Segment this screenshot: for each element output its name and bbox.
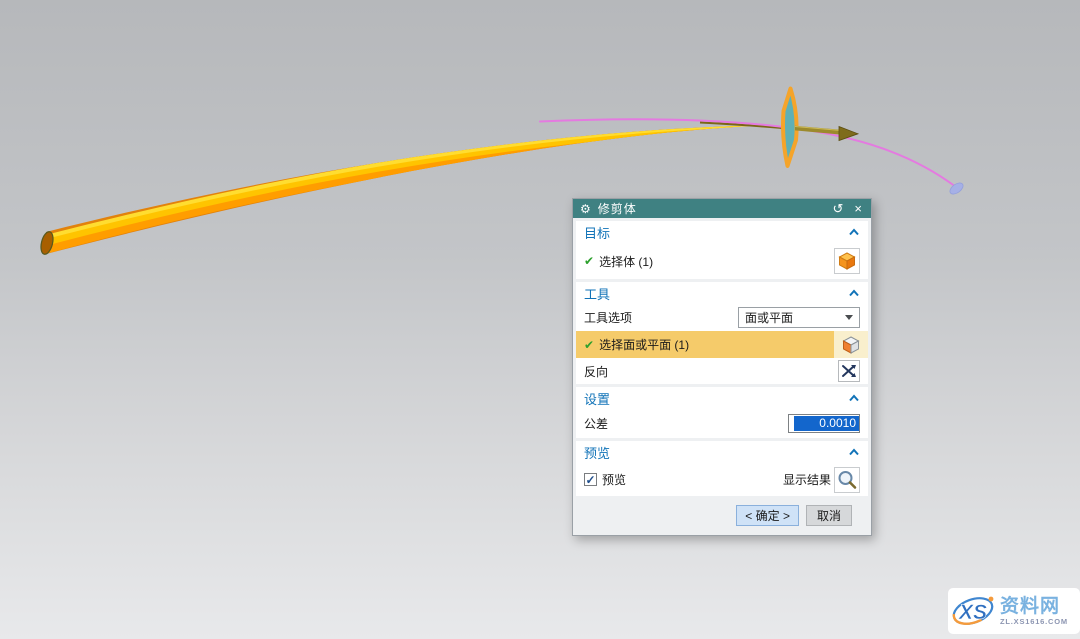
section-preview-title: 预览 <box>584 443 610 462</box>
select-body-row[interactable]: ✔ 选择体 (1) <box>576 243 868 279</box>
section-settings-title: 设置 <box>584 389 610 408</box>
close-icon[interactable]: × <box>852 202 864 215</box>
section-tool-header: 工具 <box>576 282 868 304</box>
reverse-direction-icon <box>841 364 857 378</box>
dialog-body: 目标 ✔ 选择体 (1) <box>573 218 871 496</box>
select-body-button[interactable] <box>834 248 860 274</box>
preview-checkbox-label: 预览 <box>602 471 626 488</box>
chevron-up-icon[interactable] <box>848 448 860 456</box>
check-icon: ✔ <box>584 338 594 352</box>
tolerance-input[interactable]: 0.0010 <box>788 414 860 433</box>
watermark-site-url: ZL.XS1616.COM <box>1000 618 1068 626</box>
xs-logo-icon: XS <box>950 590 998 632</box>
section-settings-header: 设置 <box>576 387 868 409</box>
chevron-down-icon <box>845 315 853 320</box>
select-face-highlight[interactable]: ✔ 选择面或平面 (1) <box>576 331 834 358</box>
reverse-direction-row: 反向 <box>576 358 868 384</box>
reverse-direction-button[interactable] <box>838 360 860 382</box>
tool-option-dropdown[interactable]: 面或平面 <box>738 307 860 328</box>
watermark-badge: XS 资料网 ZL.XS1616.COM <box>948 588 1080 634</box>
select-body-label: 选择体 (1) <box>599 253 653 270</box>
chevron-up-icon[interactable] <box>848 228 860 236</box>
dialog-footer: < 确定 > 取消 <box>573 496 871 535</box>
guide-curve[interactable] <box>540 119 956 187</box>
ok-button[interactable]: < 确定 > <box>736 505 799 526</box>
solid-body-cube-icon <box>837 251 857 271</box>
section-target-header: 目标 <box>576 221 868 243</box>
xs-logo-text: XS <box>958 601 987 624</box>
section-settings: 设置 公差 0.0010 <box>576 387 868 438</box>
reset-icon[interactable]: ↺ <box>831 202 846 215</box>
tolerance-row: 公差 0.0010 <box>576 409 868 438</box>
section-preview-header: 预览 <box>576 441 868 463</box>
section-tool: 工具 工具选项 面或平面 ✔ 选择面或平面 (1) <box>576 282 868 384</box>
trim-body-dialog: ⚙ 修剪体 ↺ × 目标 ✔ 选择体 (1) <box>572 198 872 536</box>
chevron-up-icon[interactable] <box>848 289 860 297</box>
gear-icon[interactable]: ⚙ <box>580 203 591 215</box>
check-icon: ✔ <box>584 254 594 268</box>
show-result-button[interactable] <box>834 467 860 493</box>
section-tool-title: 工具 <box>584 284 610 303</box>
section-target-title: 目标 <box>584 223 610 242</box>
section-preview: 预览 ✓ 预览 显示结果 <box>576 441 868 496</box>
tool-option-value: 面或平面 <box>745 309 793 326</box>
viewport: ⚙ 修剪体 ↺ × 目标 ✔ 选择体 (1) <box>0 0 1080 639</box>
tolerance-value: 0.0010 <box>794 416 859 431</box>
reverse-direction-label: 反向 <box>584 363 608 380</box>
cancel-button[interactable]: 取消 <box>806 505 852 526</box>
tolerance-label: 公差 <box>584 415 608 432</box>
tool-option-row: 工具选项 面或平面 <box>576 304 868 331</box>
3d-scene <box>0 0 1080 639</box>
watermark-site-name: 资料网 <box>1000 597 1060 616</box>
show-result-label: 显示结果 <box>783 471 831 488</box>
face-cube-icon <box>841 335 861 355</box>
tool-option-label: 工具选项 <box>584 309 632 326</box>
preview-checkbox[interactable]: ✓ <box>584 473 597 486</box>
select-face-label: 选择面或平面 (1) <box>599 336 689 353</box>
chevron-up-icon[interactable] <box>848 394 860 402</box>
dialog-titlebar[interactable]: ⚙ 修剪体 ↺ × <box>573 199 871 218</box>
preview-row: ✓ 预览 显示结果 <box>576 463 868 496</box>
select-face-row[interactable]: ✔ 选择面或平面 (1) <box>576 331 868 358</box>
dialog-title: 修剪体 <box>598 200 824 217</box>
magnifier-icon <box>836 469 858 491</box>
select-face-button[interactable] <box>834 331 868 358</box>
section-target: 目标 ✔ 选择体 (1) <box>576 221 868 279</box>
trim-plane-face[interactable] <box>783 89 797 167</box>
